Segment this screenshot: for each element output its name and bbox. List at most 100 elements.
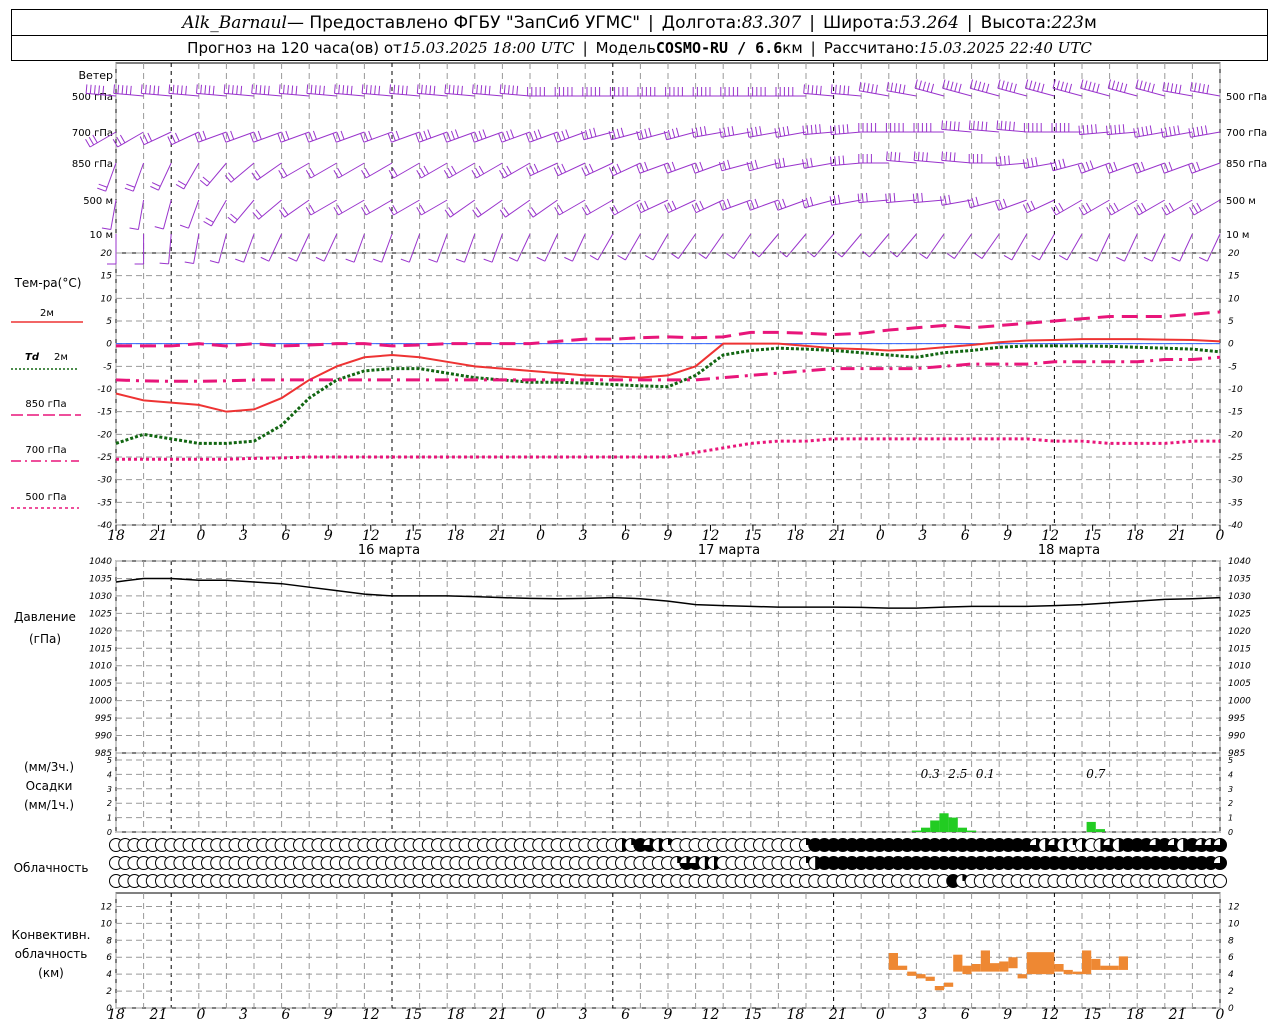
wind-barb [637, 87, 668, 97]
convective-bar [999, 961, 1009, 972]
wind-barb-feather [1035, 157, 1038, 167]
precip-bar [967, 830, 977, 832]
wind-barb-feather [338, 84, 340, 94]
wind-barb-staff [188, 199, 200, 229]
wind-barb-feather [506, 165, 512, 175]
wind-barb-feather [360, 133, 365, 143]
cloud-panel: Облачность [14, 838, 1227, 888]
wind-barb-feather [838, 124, 841, 134]
wind-barb-feather [616, 163, 622, 173]
wind-barb-feather [171, 134, 176, 144]
wind-barb-feather [483, 258, 493, 263]
wind-barb [913, 123, 944, 133]
wind-barb-feather [388, 206, 395, 216]
wind-barb-feather [809, 196, 814, 206]
temp-tick-left: 10 [101, 294, 113, 304]
conv-unit: (км) [38, 966, 64, 980]
wind-barb [1023, 123, 1055, 133]
wind-barb [416, 162, 448, 179]
wind-barb [527, 199, 558, 218]
wind-barb-feather [405, 85, 408, 95]
wind-barb-feather [565, 129, 570, 139]
wind-barb-feather [1004, 121, 1007, 131]
wind-barb-feather [778, 200, 783, 209]
wind-barb [428, 233, 448, 263]
wind-barb [946, 233, 973, 259]
wind-barb-feather [640, 202, 646, 212]
wind-barb [803, 84, 834, 97]
wind-barb-feather [640, 129, 644, 139]
conv-tick-right: 10 [1228, 919, 1240, 929]
wind-barb-feather [346, 85, 349, 95]
wind-barb [636, 199, 669, 214]
wind-barb [252, 199, 282, 220]
wind-barb-feather [1058, 202, 1064, 212]
wind-barb [886, 81, 917, 97]
wind-barb [305, 162, 338, 179]
wind-barb-feather [1054, 204, 1061, 214]
wind-barb-feather [640, 163, 645, 172]
wind-barb [774, 157, 807, 169]
wind-barb [609, 87, 641, 97]
convective-bar [1063, 969, 1073, 975]
wind-level-label-right: 850 гПа [1226, 159, 1267, 170]
wind-barb [306, 84, 337, 97]
wind-barb-feather [1082, 204, 1088, 214]
wind-barb-feather [112, 138, 119, 148]
wind-barb [912, 192, 945, 204]
wind-barb-feather [1166, 82, 1170, 92]
wind-barb-feather [890, 82, 894, 92]
wind-barb-feather [1192, 127, 1196, 137]
wind-barb-feather [1137, 204, 1143, 214]
conv-tick-right: 8 [1228, 936, 1234, 946]
wind-barb [334, 84, 365, 97]
wind-barb-feather [750, 160, 754, 170]
wind-barb [775, 87, 806, 97]
wind-barb [886, 151, 917, 164]
temp-tick-right: 15 [1228, 272, 1240, 282]
wind-barb [112, 131, 144, 148]
wind-barb-feather [1060, 81, 1064, 91]
wind-barb-staff [218, 233, 227, 264]
wind-barb-feather [589, 255, 599, 261]
wind-barb-feather [260, 256, 270, 262]
wind-barb-feather [695, 163, 700, 172]
wind-barb [608, 127, 641, 141]
wind-barb-staff [193, 233, 200, 264]
wind-barb-feather [1088, 256, 1098, 262]
convective-bar [1017, 974, 1027, 979]
wind-barb [443, 162, 476, 179]
wind-barb [617, 233, 641, 261]
wind-barb-feather [949, 121, 952, 131]
wind-barb-feather [309, 132, 314, 141]
wind-barb-feather [208, 85, 211, 95]
wind-barb-feather [974, 253, 983, 259]
wind-barb [251, 84, 282, 97]
wind-barb-feather [609, 206, 615, 216]
wind-barb-feather [1115, 81, 1120, 91]
wind-barb-feather [1189, 81, 1193, 91]
wind-barb-feather [153, 85, 156, 95]
wind-barb-feather [455, 258, 465, 263]
wind-barb-feather [116, 136, 122, 146]
wind-barb-feather [512, 85, 514, 95]
hour-tick-label-bottom: 3 [918, 1007, 927, 1023]
wind-barb-feather [819, 85, 822, 95]
wind-barb-staff [516, 233, 531, 262]
pres-tick-right: 1000 [1228, 697, 1251, 707]
wind-barb-feather [837, 194, 841, 204]
pres-tick-left: 1040 [89, 557, 112, 567]
wind-barb-feather [474, 132, 479, 141]
wind-barb [1198, 233, 1221, 262]
wind-barb-feather [476, 84, 478, 94]
wind-barb-feather [1171, 256, 1180, 262]
wind-barb-feather [1151, 83, 1155, 93]
wind-barb [830, 155, 862, 167]
wind-barb-feather [525, 133, 530, 143]
wind-barb-staff [748, 131, 779, 138]
wind-barb-feather [1200, 126, 1204, 136]
hour-tick-label-bottom: 12 [362, 1007, 380, 1023]
wind-barb [974, 233, 1000, 259]
wind-barb-feather [620, 127, 625, 137]
precipitation-panel: 5 5 4 4 3 3 2 2 1 1 0 0 0.3 2.5 0.1 0.7 (мм/3ч.) Осадки (м… [24, 756, 1233, 837]
